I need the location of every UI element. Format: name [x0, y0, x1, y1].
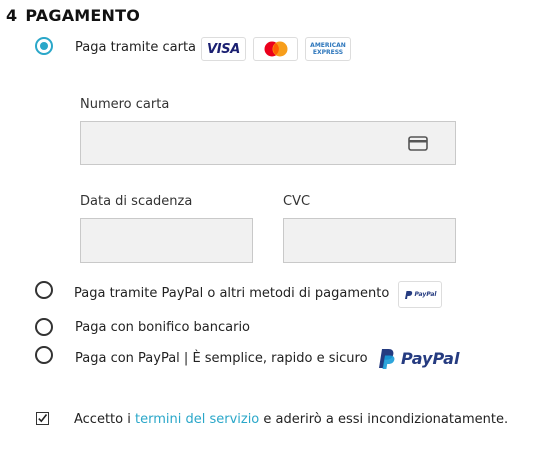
terms-text: Accetto i termini del servizio e aderirò… [74, 412, 508, 427]
radio-paypal-other[interactable] [35, 281, 53, 299]
checkmark-icon [38, 414, 48, 423]
section-heading: 4 PAGAMENTO [6, 6, 140, 25]
mastercard-logo [253, 37, 298, 61]
terms-text-after: e aderirò a essi incondizionatamente. [259, 412, 509, 427]
paypal-mini-icon [404, 290, 412, 299]
amex-line-1: AMERICAN [310, 42, 346, 49]
expiry-field[interactable] [80, 218, 253, 263]
cvc-label: CVC [283, 194, 311, 209]
card-number-field[interactable] [80, 121, 456, 165]
section-number: 4 [6, 6, 18, 25]
mastercard-icon [264, 41, 287, 57]
amex-line-2: EXPRESS [312, 49, 344, 56]
paypal-brand-text: PayPal [401, 349, 460, 368]
visa-logo-text: VISA [206, 41, 241, 57]
paypal-badge-text: PayPal [414, 291, 437, 298]
cvc-field[interactable] [283, 218, 456, 263]
terms-checkbox[interactable] [36, 412, 49, 425]
visa-logo: VISA [201, 37, 246, 61]
credit-card-icon [408, 136, 428, 151]
radio-card[interactable] [35, 37, 53, 55]
paypal-label[interactable]: Paga con PayPal | È semplice, rapido e s… [75, 351, 368, 366]
radio-paypal[interactable] [35, 346, 53, 364]
paypal-other-label[interactable]: Paga tramite PayPal o altri metodi di pa… [74, 286, 389, 301]
paypal-p-icon [379, 349, 395, 369]
radio-bank-transfer[interactable] [35, 318, 53, 336]
card-option-label[interactable]: Paga tramite carta [75, 40, 196, 55]
terms-text-before: Accetto i [74, 412, 135, 427]
expiry-label: Data di scadenza [80, 194, 193, 209]
paypal-logo: PayPal [376, 347, 459, 370]
section-title: PAGAMENTO [25, 6, 141, 25]
bank-transfer-label[interactable]: Paga con bonifico bancario [75, 320, 250, 335]
terms-of-service-link[interactable]: termini del servizio [135, 412, 259, 427]
amex-logo: AMERICAN EXPRESS [305, 37, 351, 61]
card-number-label: Numero carta [80, 97, 170, 112]
paypal-badge: PayPal [398, 281, 442, 308]
